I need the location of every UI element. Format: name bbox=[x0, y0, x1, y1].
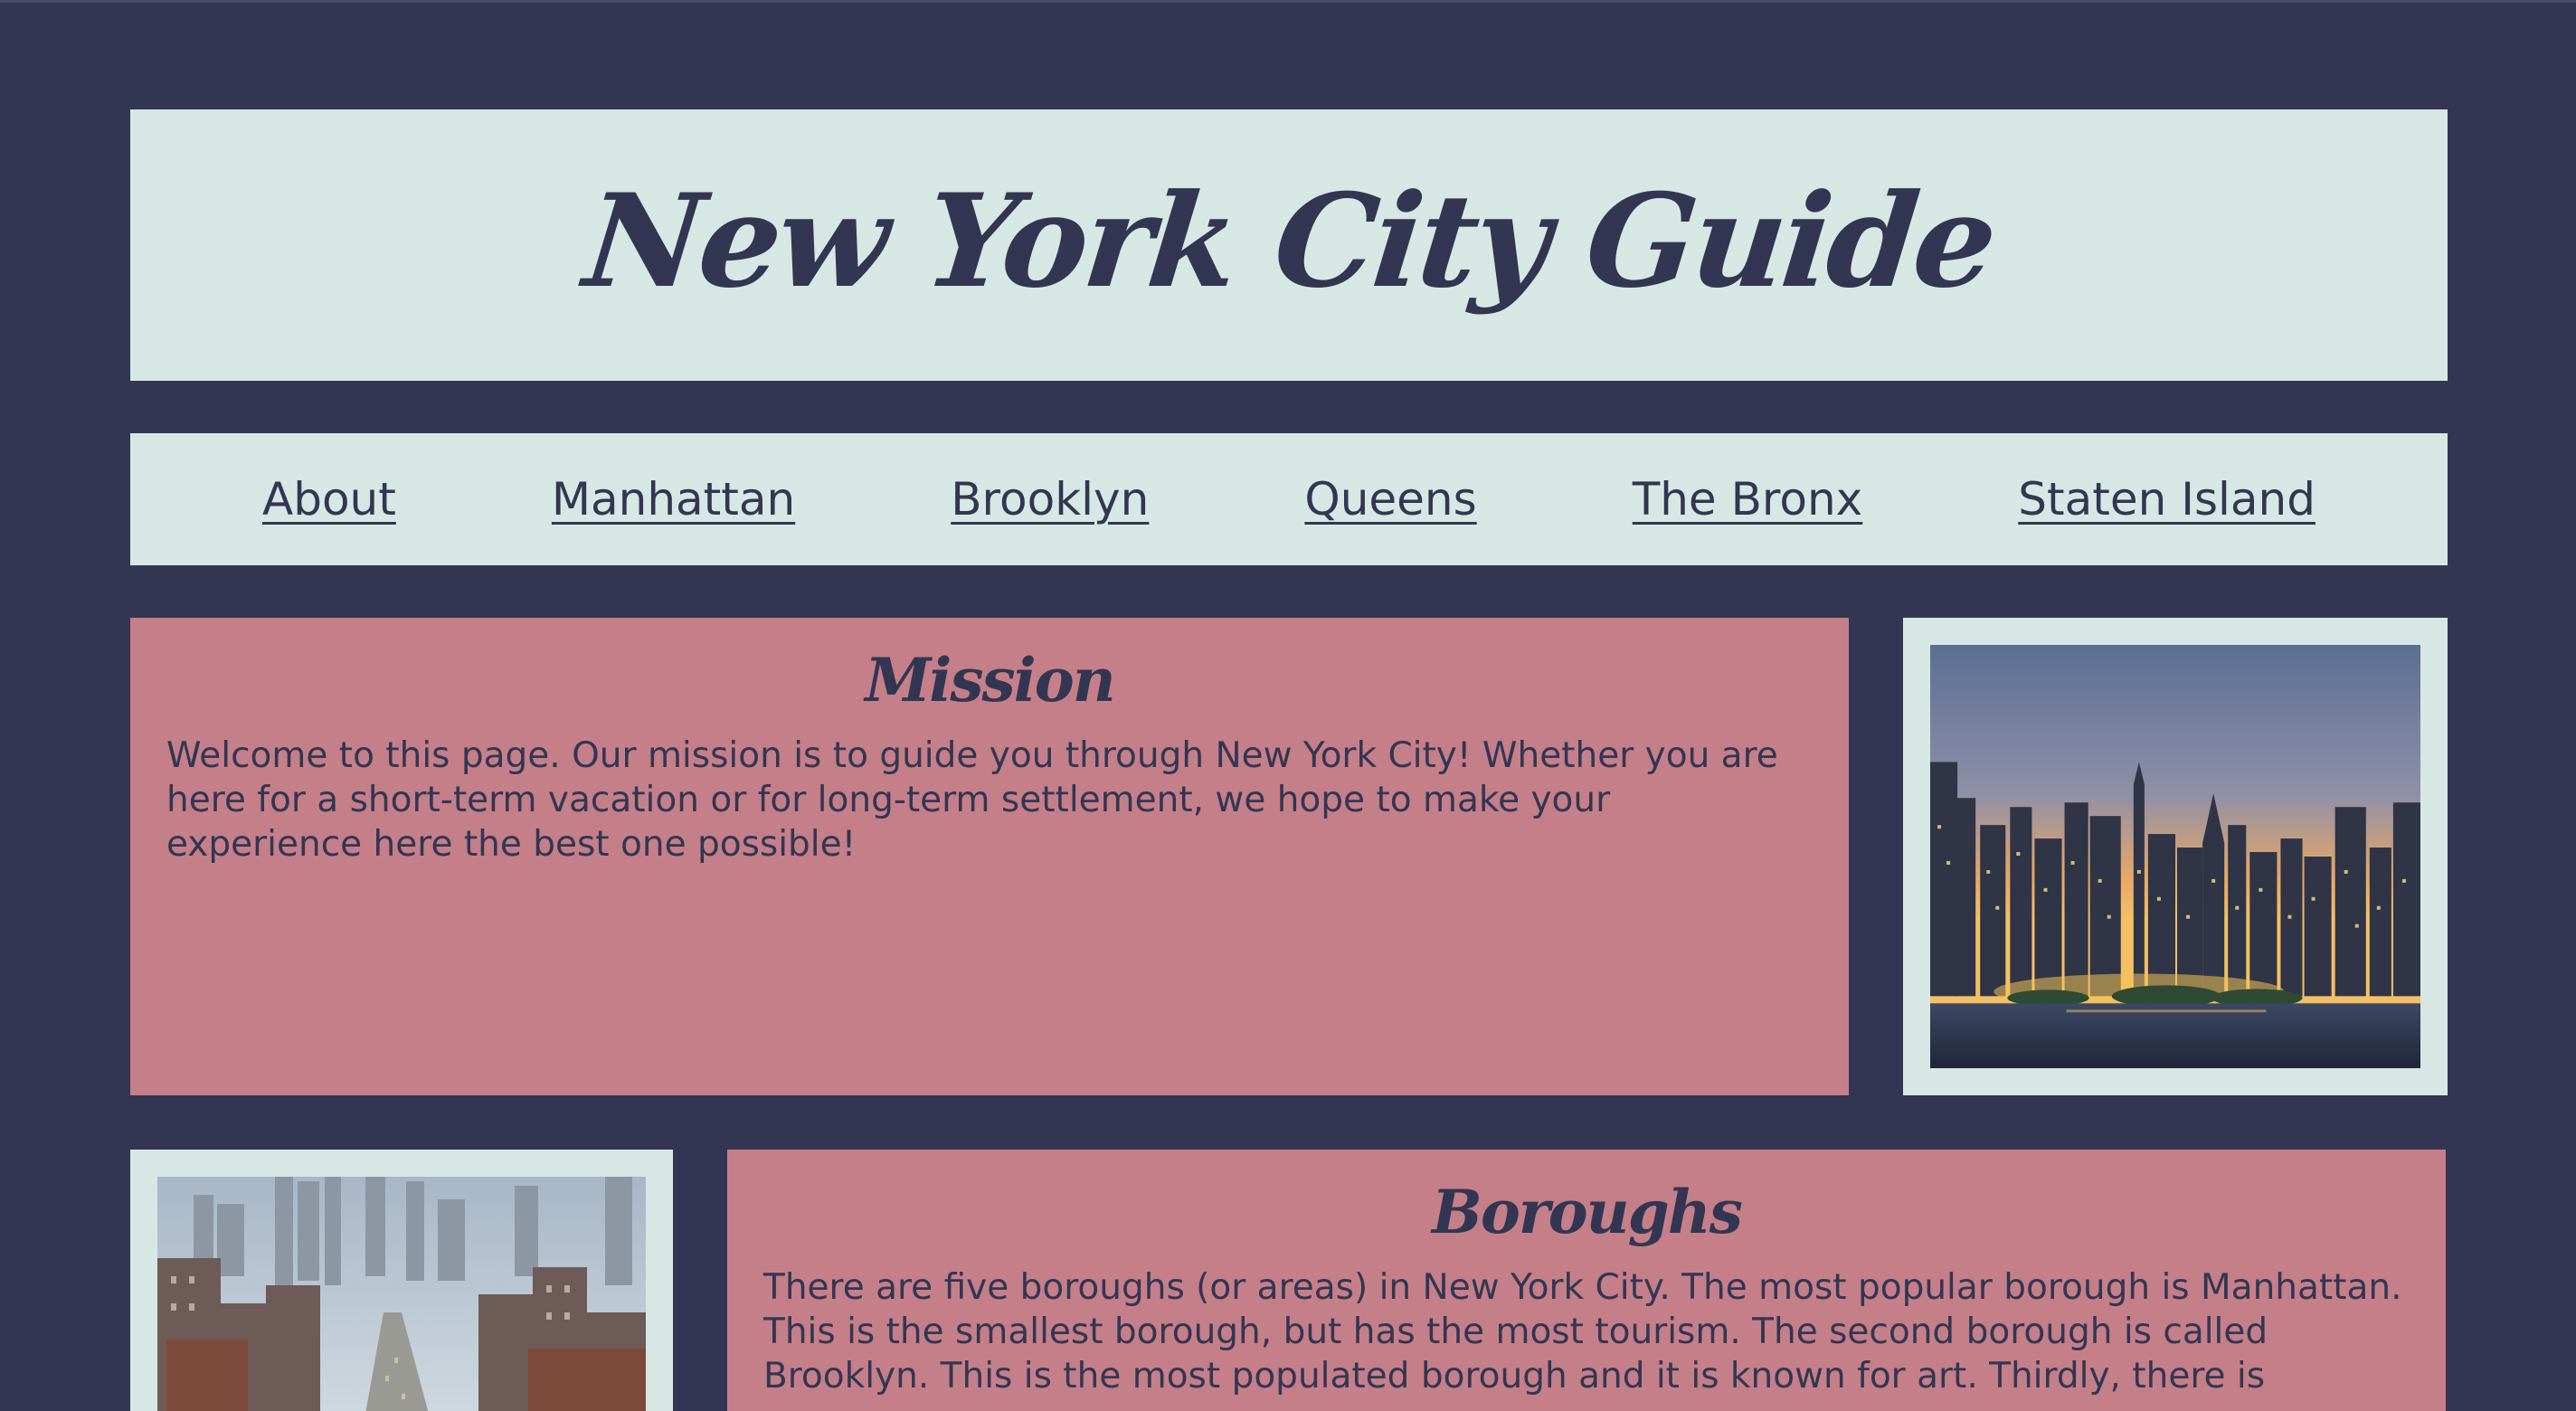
boroughs-text: There are five boroughs (or areas) in Ne… bbox=[763, 1267, 2402, 1397]
skyline-illustration bbox=[1930, 645, 2420, 1068]
nav-link-staten-island[interactable]: Staten Island bbox=[2018, 473, 2316, 526]
mission-heading: Mission bbox=[865, 645, 1116, 715]
nav-link-about[interactable]: About bbox=[262, 473, 396, 526]
nav-link-queens[interactable]: Queens bbox=[1304, 473, 1476, 526]
site-title: New York City Guide bbox=[577, 166, 2001, 317]
site-header: New York City Guide bbox=[130, 109, 2448, 381]
mission-section: Mission Welcome to this page. Our missio… bbox=[130, 618, 1849, 1095]
street-illustration bbox=[157, 1177, 646, 1411]
boroughs-heading: Boroughs bbox=[1432, 1177, 1743, 1247]
nav-link-manhattan[interactable]: Manhattan bbox=[552, 473, 795, 526]
street-photo-card bbox=[130, 1150, 673, 1411]
street-photo bbox=[157, 1177, 646, 1411]
nav-link-the-bronx[interactable]: The Bronx bbox=[1633, 473, 1863, 526]
main-nav: About Manhattan Brooklyn Queens The Bron… bbox=[130, 433, 2448, 565]
boroughs-section: Boroughs There are five boroughs (or are… bbox=[727, 1150, 2446, 1411]
mission-text: Welcome to this page. Our mission is to … bbox=[166, 735, 1778, 865]
skyline-photo bbox=[1930, 645, 2420, 1068]
skyline-photo-card bbox=[1903, 618, 2448, 1095]
nav-link-brooklyn[interactable]: Brooklyn bbox=[951, 473, 1149, 526]
